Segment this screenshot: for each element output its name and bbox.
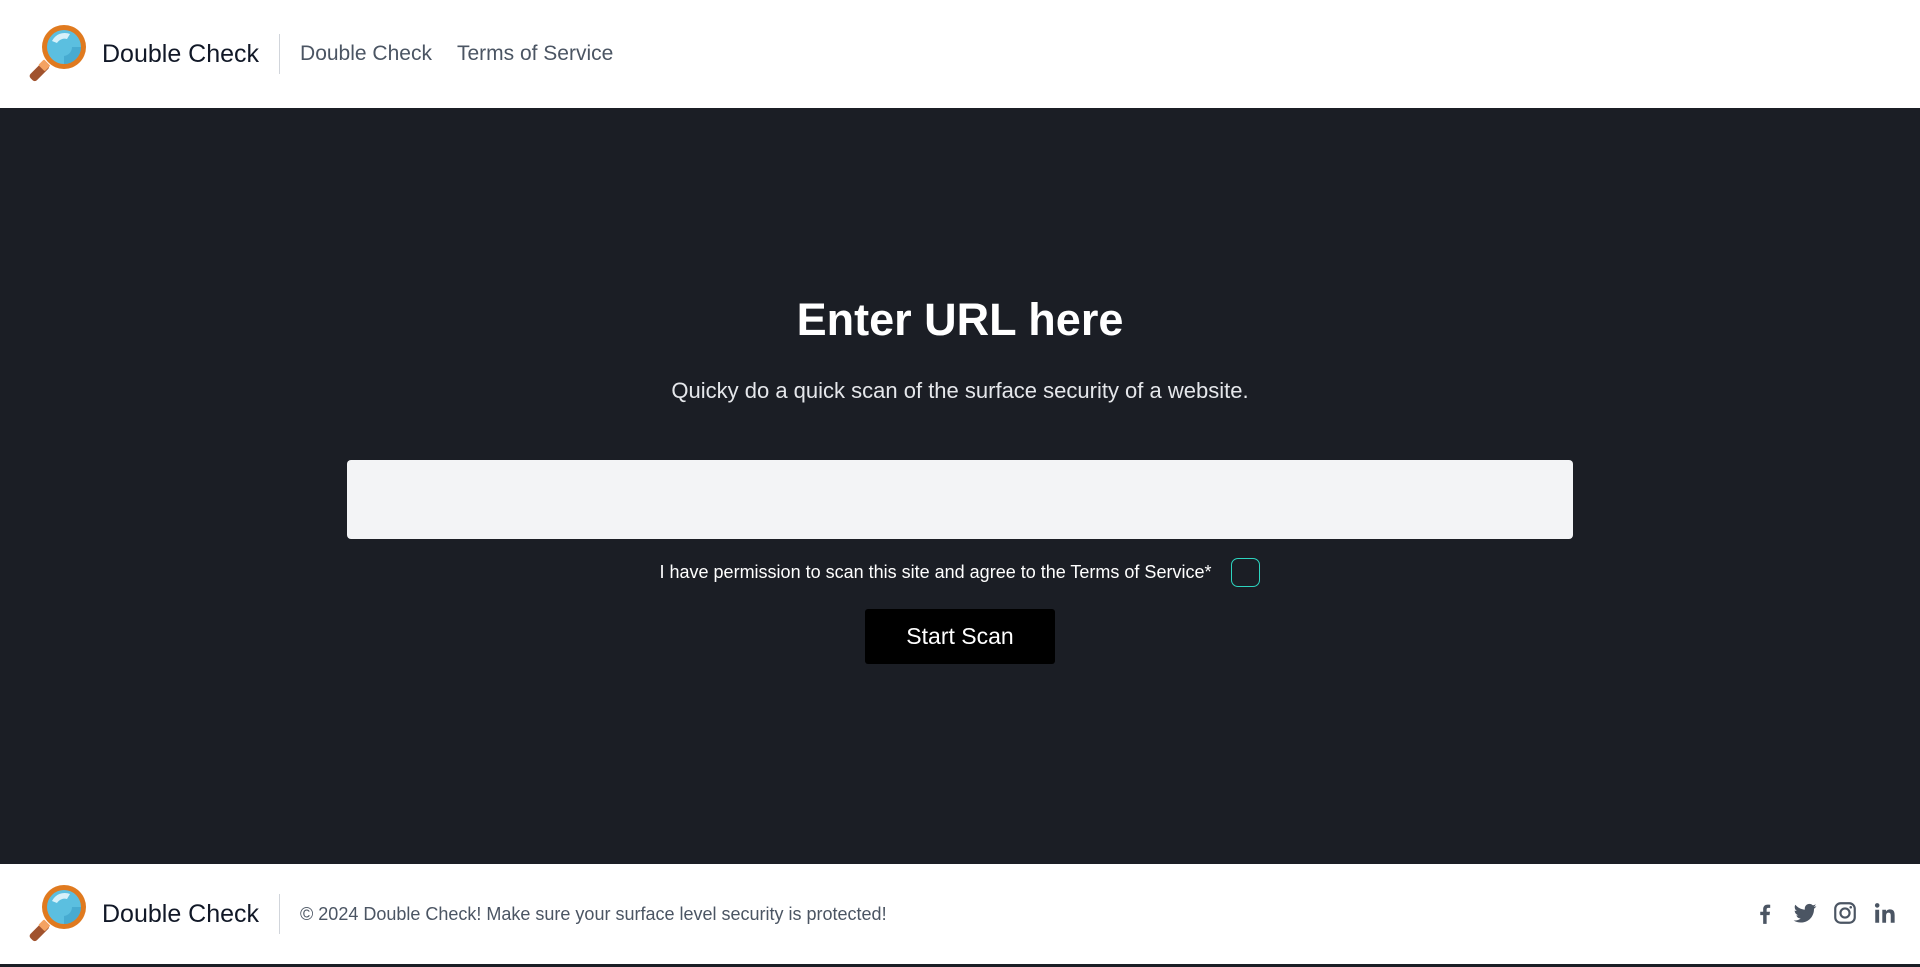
site-footer: Double Check © 2024 Double Check! Make s…	[0, 864, 1920, 967]
consent-label: I have permission to scan this site and …	[659, 562, 1212, 582]
nav-link-terms-of-service[interactable]: Terms of Service	[457, 42, 613, 66]
facebook-icon[interactable]	[1752, 900, 1778, 926]
social-links	[1738, 900, 1898, 926]
footer-brand-link[interactable]: Double Check	[24, 881, 259, 947]
brand-name: Double Check	[102, 39, 260, 68]
scan-section: Enter URL here Quicky do a quick scan of…	[0, 108, 1920, 864]
consent-row: I have permission to scan this site and …	[0, 558, 1920, 587]
consent-checkbox[interactable]	[1231, 558, 1261, 587]
header-divider	[279, 34, 281, 74]
page-title: Enter URL here	[796, 294, 1124, 345]
magnifying-glass-logo-icon	[29, 25, 86, 82]
start-scan-button[interactable]: Start Scan	[865, 609, 1055, 664]
site-header: Double Check Double Check Terms of Servi…	[0, 0, 1920, 108]
brand-link[interactable]: Double Check	[24, 21, 259, 87]
linkedin-icon[interactable]	[1872, 900, 1898, 926]
instagram-icon[interactable]	[1832, 900, 1858, 926]
url-input[interactable]	[347, 460, 1573, 539]
twitter-icon[interactable]	[1792, 900, 1818, 926]
page-subtitle: Quicky do a quick scan of the surface se…	[671, 378, 1249, 403]
magnifying-glass-logo-icon	[29, 885, 86, 942]
copyright-text: © 2024 Double Check! Make sure your surf…	[300, 903, 887, 924]
footer-divider	[279, 894, 281, 934]
nav-link-double-check[interactable]: Double Check	[300, 42, 432, 66]
footer-brand-name: Double Check	[102, 899, 260, 928]
